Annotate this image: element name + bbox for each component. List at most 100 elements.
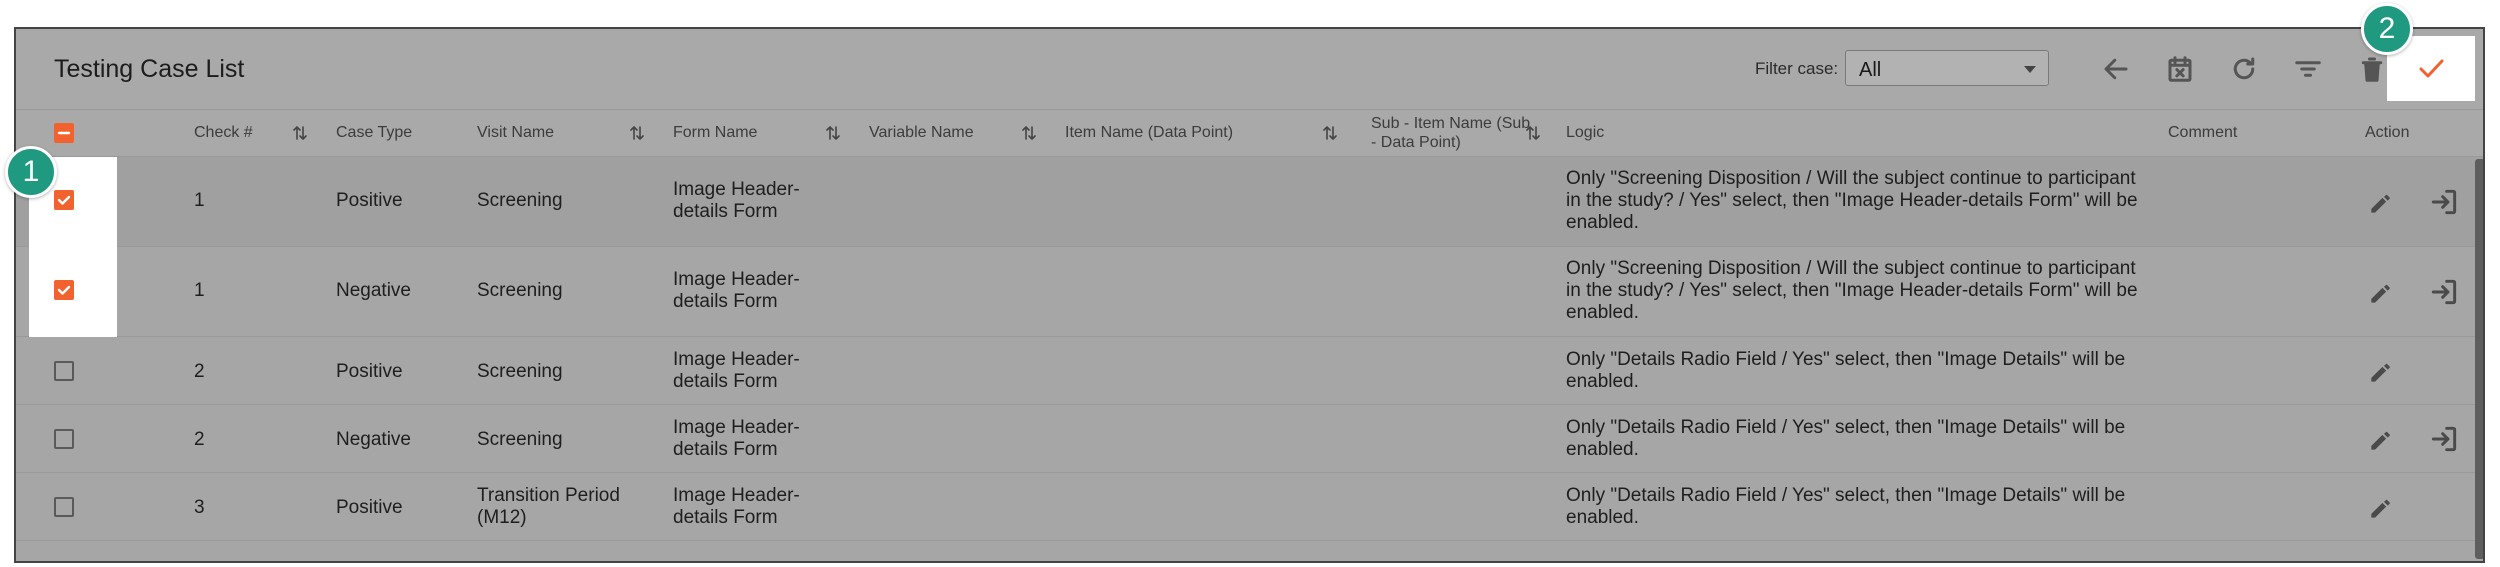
logic-line: in the study? / Yes" select, then "Image… [1566, 280, 2138, 301]
logic-line: Only "Screening Disposition / Will the s… [1566, 258, 2136, 279]
filter-case-select[interactable]: All [1845, 50, 2049, 86]
step-badge-2: 2 [2361, 3, 2413, 55]
execute-icon[interactable] [2428, 276, 2460, 308]
row-checkbox[interactable] [54, 497, 74, 517]
cell-visit-name: Screening [477, 429, 563, 450]
select-all-checkbox[interactable] [54, 123, 74, 143]
cell-case-type: Positive [336, 497, 403, 518]
cell-form-name: Image Header-details Form [673, 179, 800, 223]
row-checkbox[interactable] [54, 429, 74, 449]
filter-icon[interactable] [2290, 51, 2326, 87]
cell-logic: Only "Details Radio Field / Yes" select,… [1566, 485, 2125, 529]
row-checkbox[interactable] [54, 190, 74, 210]
edit-pencil-icon[interactable] [2366, 355, 2398, 387]
refresh-icon[interactable] [2226, 51, 2262, 87]
row-checkbox[interactable] [54, 361, 74, 381]
dropdown-caret-icon [2024, 66, 2036, 73]
col-check-number[interactable]: Check # [194, 123, 253, 142]
col-variable-name[interactable]: Variable Name [869, 123, 974, 142]
cell-check-number: 1 [194, 190, 205, 211]
execute-icon[interactable] [2428, 423, 2460, 455]
cell-form-name: Image Header-details Form [673, 417, 800, 461]
list-toolbar: Testing Case List Filter case: All [16, 29, 2483, 109]
sort-icon[interactable] [824, 124, 842, 142]
form-line: Image Header- [673, 417, 800, 438]
cell-case-type: Positive [336, 361, 403, 382]
filter-case-label: Filter case: [1755, 59, 1839, 78]
cell-case-type: Positive [336, 190, 403, 211]
cell-form-name: Image Header-details Form [673, 349, 800, 393]
testing-case-list-panel: Testing Case List Filter case: All Check… [14, 27, 2485, 563]
table-row: 1 Positive Screening Image Header-detail… [16, 157, 2483, 247]
execute-icon[interactable] [2428, 186, 2460, 218]
sort-icon[interactable] [291, 124, 309, 142]
vertical-scrollbar[interactable] [2475, 159, 2483, 559]
form-line: Image Header- [673, 179, 800, 200]
logic-line: enabled. [1566, 371, 1639, 392]
cell-visit-name: Screening [477, 280, 563, 301]
calendar-cancel-icon[interactable] [2162, 51, 2198, 87]
logic-line: in the study? / Yes" select, then "Image… [1566, 190, 2138, 211]
form-line: Image Header- [673, 269, 800, 290]
cell-visit-name: Screening [477, 361, 563, 382]
col-form-name[interactable]: Form Name [673, 123, 757, 142]
edit-pencil-icon[interactable] [2366, 491, 2398, 523]
edit-pencil-icon[interactable] [2366, 276, 2398, 308]
cell-visit-name: Screening [477, 190, 563, 211]
table-row: 1 Negative Screening Image Header-detail… [16, 247, 2483, 337]
filter-case-value: All [1859, 59, 1882, 81]
cell-check-number: 1 [194, 280, 205, 301]
cell-logic: Only "Details Radio Field / Yes" select,… [1566, 349, 2125, 393]
logic-line: Only "Screening Disposition / Will the s… [1566, 168, 2136, 189]
cell-visit-name: Transition Period (M12) [477, 485, 620, 529]
col-action: Action [2365, 124, 2410, 141]
row-checkbox[interactable] [54, 280, 74, 300]
table-row: 3 Positive Transition Period (M12) Image … [16, 473, 2483, 541]
cell-logic: Only "Screening Disposition / Will the s… [1566, 168, 2138, 234]
cell-case-type: Negative [336, 280, 411, 301]
cell-logic: Only "Details Radio Field / Yes" select,… [1566, 417, 2125, 461]
cell-check-number: 2 [194, 361, 205, 382]
logic-line: Only "Details Radio Field / Yes" select,… [1566, 417, 2126, 438]
cell-form-name: Image Header-details Form [673, 485, 800, 529]
table-row: 2 Negative Screening Image Header-detail… [16, 405, 2483, 473]
col-comment: Comment [2168, 124, 2238, 141]
logic-line: enabled. [1566, 212, 1639, 233]
logic-line: Only "Details Radio Field / Yes" select,… [1566, 485, 2126, 506]
sort-icon[interactable] [1321, 124, 1339, 142]
visit-line: (M12) [477, 507, 527, 528]
step-badge-1: 1 [5, 146, 57, 198]
sort-icon[interactable] [1524, 124, 1542, 142]
cell-case-type: Negative [336, 429, 411, 450]
testing-case-table: Check # Case Type Visit Name Form Name V… [16, 109, 2483, 541]
col-visit-name[interactable]: Visit Name [477, 123, 554, 142]
logic-line: enabled. [1566, 439, 1639, 460]
visit-line: Transition Period [477, 485, 620, 506]
col-case-type[interactable]: Case Type [336, 123, 412, 142]
check-icon [2419, 59, 2444, 78]
delete-icon[interactable] [2354, 51, 2390, 87]
col-item-name[interactable]: Item Name (Data Point) [1065, 123, 1233, 142]
edit-pencil-icon[interactable] [2366, 423, 2398, 455]
form-line: details Form [673, 371, 778, 392]
cell-check-number: 2 [194, 429, 205, 450]
cell-check-number: 3 [194, 497, 205, 518]
form-line: details Form [673, 291, 778, 312]
sort-icon[interactable] [628, 124, 646, 142]
logic-line: enabled. [1566, 507, 1639, 528]
cell-logic: Only "Screening Disposition / Will the s… [1566, 258, 2138, 324]
back-arrow-icon[interactable] [2098, 51, 2134, 87]
edit-pencil-icon[interactable] [2366, 186, 2398, 218]
logic-line: Only "Details Radio Field / Yes" select,… [1566, 349, 2126, 370]
form-line: details Form [673, 201, 778, 222]
table-header: Check # Case Type Visit Name Form Name V… [16, 109, 2483, 157]
col-logic: Logic [1566, 124, 1605, 141]
form-line: details Form [673, 439, 778, 460]
cell-form-name: Image Header-details Form [673, 269, 800, 313]
table-row: 2 Positive Screening Image Header-detail… [16, 337, 2483, 405]
form-line: Image Header- [673, 485, 800, 506]
form-line: details Form [673, 507, 778, 528]
form-line: Image Header- [673, 349, 800, 370]
logic-line: enabled. [1566, 302, 1639, 323]
sort-icon[interactable] [1020, 124, 1038, 142]
